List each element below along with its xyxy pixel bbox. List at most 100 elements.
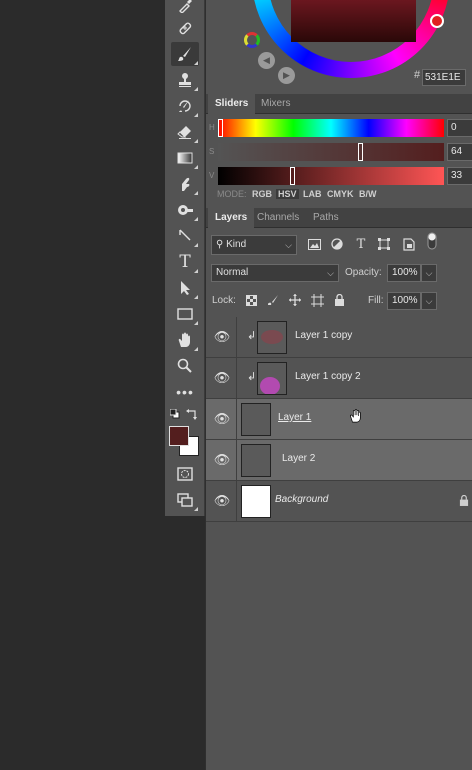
layer-row[interactable]: 👁 ↲ Layer 1 copy — [206, 317, 472, 358]
tools-panel: T ••• — [165, 0, 205, 516]
hue-picker-handle[interactable] — [430, 14, 444, 28]
hue-value[interactable]: 0 — [447, 119, 472, 137]
tab-mixers[interactable]: Mixers — [254, 94, 297, 114]
opacity-dropdown-icon[interactable]: ⌵ — [421, 264, 437, 282]
layer-row[interactable]: 👁 Layer 1 — [206, 399, 472, 440]
lock-all-icon[interactable] — [332, 293, 346, 307]
gradient-icon[interactable] — [171, 146, 199, 170]
clipping-mask-icon: ↲ — [247, 330, 257, 342]
eye-icon[interactable]: 👁 — [214, 370, 231, 385]
lock-artboard-icon[interactable] — [310, 293, 324, 307]
divider — [236, 440, 237, 481]
default-colors-icon[interactable] — [169, 408, 180, 419]
hand-icon[interactable] — [171, 328, 199, 352]
history-brush-icon[interactable] — [171, 94, 199, 118]
layer-thumbnail[interactable] — [241, 444, 271, 477]
layer-row[interactable]: 👁 ↲ Layer 1 copy 2 — [206, 358, 472, 399]
path-selection-icon[interactable] — [171, 276, 199, 300]
mode-lab[interactable]: LAB — [303, 189, 322, 199]
image-filter-icon[interactable] — [307, 237, 321, 251]
layer-name[interactable]: Layer 1 — [278, 412, 311, 423]
lock-position-icon[interactable] — [288, 293, 302, 307]
zoom-icon[interactable] — [171, 354, 199, 378]
layer-thumbnail[interactable] — [241, 485, 271, 518]
eye-icon[interactable]: 👁 — [214, 452, 231, 467]
swap-colors-icon[interactable] — [186, 408, 198, 420]
clone-stamp-icon[interactable] — [171, 68, 199, 92]
divider — [236, 399, 237, 440]
saturation-slider-thumb[interactable] — [358, 143, 364, 161]
tab-sliders[interactable]: Sliders — [208, 94, 256, 114]
eraser-icon[interactable] — [171, 120, 199, 144]
filter-kind-select[interactable]: ⚲ Kind ⌵ — [211, 235, 297, 255]
opacity-input[interactable]: 100% — [387, 264, 421, 282]
dodge-icon[interactable] — [171, 198, 199, 222]
hue-slider[interactable] — [218, 119, 444, 137]
hand-cursor-icon — [349, 408, 363, 428]
eye-icon[interactable]: 👁 — [214, 493, 231, 508]
clipping-mask-icon: ↲ — [247, 371, 257, 383]
mode-cmyk[interactable]: CMYK — [327, 189, 354, 199]
saturation-value-square[interactable] — [291, 0, 416, 42]
layer-thumbnail[interactable] — [257, 321, 287, 354]
opacity-label: Opacity: — [345, 267, 382, 278]
tab-layers[interactable]: Layers — [208, 208, 255, 228]
value-slider-thumb[interactable] — [290, 167, 296, 185]
smudge-icon[interactable] — [171, 172, 199, 196]
lock-label: Lock: — [212, 295, 236, 306]
hue-letter: H — [209, 123, 215, 132]
color-mode-ring-icon[interactable] — [244, 32, 260, 48]
layer-name[interactable]: Layer 1 copy — [295, 330, 352, 341]
layer-filter-bar: ⚲ Kind ⌵ T — [206, 232, 472, 260]
previous-color-icon[interactable]: ◀ — [258, 52, 275, 69]
layer-row[interactable]: 👁 Background — [206, 481, 472, 522]
blend-mode-select[interactable]: Normal ⌵ — [211, 264, 339, 282]
brush-icon[interactable] — [171, 42, 199, 66]
saturation-slider[interactable] — [218, 143, 444, 161]
lock-transparent-pixels-icon[interactable] — [244, 293, 258, 307]
saturation-value[interactable]: 64 — [447, 143, 472, 161]
foreground-color-swatch[interactable] — [169, 426, 189, 446]
document-canvas[interactable] — [0, 0, 165, 770]
filter-toggle-icon[interactable] — [425, 232, 439, 250]
rectangle-icon[interactable] — [171, 302, 199, 326]
divider — [236, 481, 237, 522]
fill-dropdown-icon[interactable]: ⌵ — [421, 292, 437, 310]
layer-name[interactable]: Layer 1 copy 2 — [295, 371, 361, 382]
shape-filter-icon[interactable] — [377, 237, 391, 251]
mode-rgb[interactable]: RGB — [252, 189, 272, 199]
more-tools-icon[interactable]: ••• — [171, 380, 199, 404]
layer-thumbnail[interactable] — [241, 403, 271, 436]
chevron-down-icon: ⌵ — [327, 268, 334, 278]
mode-label: MODE: — [217, 189, 247, 199]
lock-image-pixels-icon[interactable] — [266, 293, 280, 307]
layer-name[interactable]: Background — [275, 494, 328, 505]
mode-hsv[interactable]: HSV — [276, 189, 299, 199]
eye-icon[interactable]: 👁 — [214, 329, 231, 344]
smart-object-filter-icon[interactable] — [402, 237, 416, 251]
quick-mask-icon[interactable] — [171, 462, 199, 486]
screen-mode-icon[interactable] — [171, 488, 199, 512]
hex-label: # — [414, 69, 421, 81]
fill-input[interactable]: 100% — [387, 292, 421, 310]
type-icon[interactable]: T — [171, 250, 199, 274]
type-filter-icon[interactable]: T — [354, 237, 368, 252]
tab-paths[interactable]: Paths — [306, 208, 346, 228]
layer-thumbnail[interactable] — [257, 362, 287, 395]
sliders-tabbar: Sliders Mixers — [206, 94, 472, 114]
adjustment-filter-icon[interactable] — [330, 237, 344, 251]
value-value[interactable]: 33 — [447, 167, 472, 185]
hex-input[interactable]: 531E1E — [422, 69, 466, 86]
healing-brush-icon[interactable] — [171, 16, 199, 40]
search-icon: ⚲ — [216, 239, 224, 250]
blend-mode-label: Normal — [216, 267, 249, 278]
pen-icon[interactable] — [171, 224, 199, 248]
layer-name[interactable]: Layer 2 — [282, 453, 315, 464]
hue-slider-thumb[interactable] — [218, 119, 223, 137]
value-slider[interactable] — [218, 167, 444, 185]
mode-bw[interactable]: B/W — [359, 189, 377, 199]
layer-row[interactable]: 👁 Layer 2 — [206, 440, 472, 481]
tab-channels[interactable]: Channels — [250, 208, 306, 228]
eye-icon[interactable]: 👁 — [214, 411, 231, 426]
next-color-icon[interactable]: ▶ — [278, 67, 295, 84]
